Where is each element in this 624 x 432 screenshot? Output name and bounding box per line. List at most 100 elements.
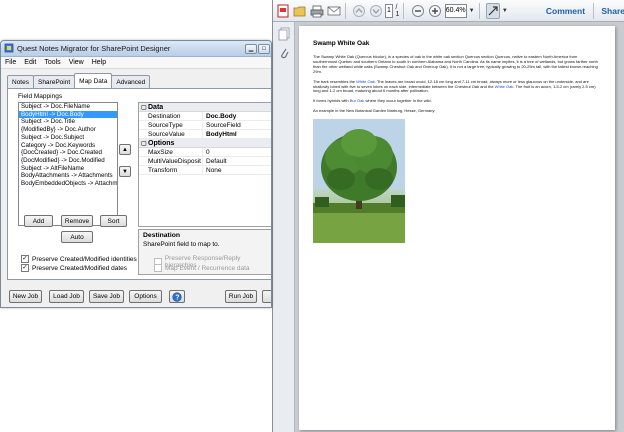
tab-sharepoint[interactable]: SharePoint: [32, 75, 76, 88]
print-icon[interactable]: [310, 3, 324, 19]
property-category[interactable]: ▢ Data: [139, 103, 271, 112]
page-total: / 1: [395, 3, 400, 18]
tab-advanced[interactable]: Advanced: [111, 75, 151, 88]
move-up-button[interactable]: ▲: [119, 144, 131, 155]
zoom-in-icon[interactable]: [428, 3, 442, 19]
tools-dropdown-icon[interactable]: ▼: [502, 8, 508, 14]
add-button[interactable]: Add: [24, 215, 53, 227]
property-value[interactable]: 0: [203, 148, 271, 156]
title-bar: Quest Notes Migrator for SharePoint Desi…: [1, 41, 271, 57]
pdf-viewer-window: 1 / 1 60.4% ▼ ▼ Comment Share Swamp Whit…: [272, 0, 624, 432]
options-button[interactable]: Options: [129, 290, 162, 303]
menu-help[interactable]: Help: [92, 59, 106, 66]
migrator-window: Quest Notes Migrator for SharePoint Desi…: [0, 40, 272, 308]
save-job-button[interactable]: Save Job: [89, 290, 124, 303]
zoom-out-icon[interactable]: [411, 3, 425, 19]
menu-file[interactable]: File: [5, 59, 16, 66]
remove-button[interactable]: Remove: [61, 215, 93, 227]
auto-button[interactable]: Auto: [61, 231, 93, 243]
fit-page-icon[interactable]: [485, 2, 500, 19]
comment-link[interactable]: Comment: [546, 6, 585, 16]
maximize-button[interactable]: □: [258, 43, 270, 54]
white-oak-link[interactable]: White Oak: [495, 84, 514, 89]
preserve-identities-checkbox[interactable]: ✓: [21, 255, 29, 263]
property-category[interactable]: ▢ Options: [139, 139, 271, 148]
pages-panel-icon[interactable]: [277, 27, 291, 41]
map-event-checkbox[interactable]: [154, 264, 162, 272]
bur-oak-link[interactable]: Bur Oak: [350, 98, 365, 103]
property-row[interactable]: Transform None: [139, 166, 271, 175]
mapping-list-item[interactable]: {ModifiedBy} -> Doc.Author: [19, 126, 117, 134]
description-text: SharePoint field to map to.: [143, 241, 220, 248]
previous-page-icon[interactable]: [352, 3, 366, 19]
mapping-list-item[interactable]: BodyHtml -> Doc.Body: [19, 110, 117, 119]
menu-bar: File Edit Tools View Help: [1, 57, 271, 69]
mapping-list-item[interactable]: Subject -> Doc.Subject: [19, 134, 117, 142]
mapping-list-item[interactable]: BodyAttachments -> Attachments: [19, 172, 117, 180]
doc-paragraph-3: It forms hybrids with Bur Oak where they…: [313, 98, 432, 104]
property-value[interactable]: Doc.Body: [203, 112, 271, 120]
close-button[interactable]: [262, 290, 271, 303]
menu-view[interactable]: View: [69, 59, 84, 66]
move-down-button[interactable]: ▼: [119, 166, 131, 177]
tab-map-data[interactable]: Map Data: [74, 73, 113, 88]
collapse-icon[interactable]: ▢: [141, 104, 148, 111]
mapping-list-item[interactable]: BodyEmbeddedObjects -> Attachm: [19, 180, 117, 188]
map-event-checkbox-row[interactable]: Map Event / Recurrence data: [154, 264, 250, 272]
sort-button[interactable]: Sort: [100, 215, 127, 227]
field-mappings-list[interactable]: Subject -> Doc.FileName BodyHtml -> Doc.B…: [18, 102, 118, 226]
mapping-list-item[interactable]: {DocModified} -> Doc.Modified: [19, 157, 117, 165]
property-row[interactable]: SourceValue BodyHtml: [139, 130, 271, 139]
field-mappings-label: Field Mappings: [18, 93, 63, 100]
mapping-list-item[interactable]: Subject -> AltFileName: [19, 165, 117, 173]
property-row[interactable]: SourceType SourceField: [139, 121, 271, 130]
new-job-button[interactable]: New Job: [9, 290, 42, 303]
doc-paragraph-4: An example in the New Botanical Garden M…: [313, 108, 436, 114]
minimize-button[interactable]: ▁: [245, 43, 257, 54]
page-number-input[interactable]: 1: [385, 3, 393, 18]
share-link[interactable]: Share: [601, 6, 624, 16]
property-value[interactable]: BodyHtml: [203, 130, 271, 138]
property-row[interactable]: MaxSize 0: [139, 148, 271, 157]
tab-notes[interactable]: Notes: [7, 75, 34, 88]
app-icon: [4, 43, 14, 55]
preserve-identities-checkbox-row[interactable]: ✓ Preserve Created/Modified identities: [21, 255, 137, 263]
mapping-list-item[interactable]: Subject -> Doc.Title: [19, 118, 117, 126]
run-job-button[interactable]: Run Job: [225, 290, 257, 303]
property-value[interactable]: None: [203, 166, 271, 174]
help-icon: ?: [172, 291, 182, 302]
pdf-toolbar: 1 / 1 60.4% ▼ ▼ Comment Share: [273, 0, 624, 22]
mapping-list-item[interactable]: {DocCreated} -> Doc.Created: [19, 149, 117, 157]
property-name: MultiValueDisposit: [139, 157, 203, 165]
preserve-dates-checkbox[interactable]: ✓: [21, 264, 29, 272]
menu-tools[interactable]: Tools: [44, 59, 60, 66]
property-category-label: Data: [148, 103, 164, 111]
zoom-dropdown-icon[interactable]: ▼: [469, 8, 475, 14]
property-name: Transform: [139, 166, 203, 174]
open-icon[interactable]: [293, 3, 307, 19]
property-row[interactable]: Destination Doc.Body: [139, 112, 271, 121]
help-button[interactable]: ?: [169, 290, 185, 303]
oak-tree-photo: [313, 119, 405, 244]
next-page-icon[interactable]: [369, 3, 383, 19]
create-pdf-icon[interactable]: [276, 3, 290, 19]
attachments-panel-icon[interactable]: [277, 46, 291, 60]
map-data-panel: Field Mappings Subject -> Doc.FileName Bo…: [7, 88, 271, 280]
zoom-level-input[interactable]: 60.4%: [444, 3, 467, 18]
property-category-label: Options: [148, 139, 175, 147]
mapping-list-item[interactable]: Category -> Doc.Keywords: [19, 142, 117, 150]
property-value[interactable]: SourceField: [203, 121, 271, 129]
svg-text:?: ?: [175, 294, 179, 301]
doc-paragraph-1: The Swamp White Oak (Quercus bicolor), i…: [313, 54, 598, 74]
email-icon[interactable]: [327, 3, 341, 19]
property-value[interactable]: Default: [203, 157, 271, 165]
preserve-dates-checkbox-row[interactable]: ✓ Preserve Created/Modified dates: [21, 264, 127, 272]
mapping-list-item[interactable]: Subject -> Doc.FileName: [19, 103, 117, 111]
load-job-button[interactable]: Load Job: [49, 290, 84, 303]
property-name: Destination: [139, 112, 203, 120]
property-row[interactable]: MultiValueDisposit Default: [139, 157, 271, 166]
doc-title: Swamp White Oak: [313, 40, 370, 47]
menu-edit[interactable]: Edit: [24, 59, 36, 66]
property-name: MaxSize: [139, 148, 203, 156]
collapse-icon[interactable]: ▢: [141, 140, 148, 147]
